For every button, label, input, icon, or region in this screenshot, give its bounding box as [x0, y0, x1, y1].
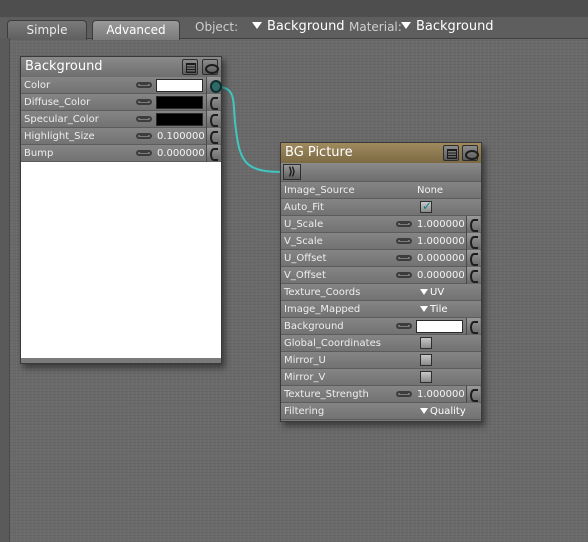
image-mapped-value: Tile: [430, 304, 448, 315]
image-source-label: Image_Source: [284, 185, 355, 196]
texture-coords-label: Texture_Coords: [284, 287, 361, 298]
mirror-u-row: Mirror_U: [281, 352, 481, 369]
filtering-row: Filtering Quality: [281, 403, 481, 420]
link-icon[interactable]: [396, 391, 412, 397]
u-offset-label: U_Offset: [284, 253, 327, 264]
link-icon[interactable]: [396, 323, 412, 329]
link-icon[interactable]: [136, 133, 152, 139]
diffuse-color-row: Diffuse_Color: [21, 94, 221, 111]
input-plug-icon[interactable]: ⟫: [283, 164, 301, 180]
global-coordinates-checkbox[interactable]: [420, 337, 432, 349]
plug-icon[interactable]: [206, 128, 220, 145]
plug-icon[interactable]: [466, 216, 480, 233]
u-scale-row: U_Scale 1.000000: [281, 216, 481, 233]
plug-icon[interactable]: [206, 145, 220, 162]
eye-icon[interactable]: [462, 145, 479, 161]
filtering-label: Filtering: [284, 406, 325, 417]
u-offset-row: U_Offset 0.000000: [281, 250, 481, 267]
v-offset-value[interactable]: 0.000000: [417, 267, 465, 284]
diffuse-color-swatch[interactable]: [156, 96, 203, 109]
plug-icon[interactable]: [466, 318, 480, 335]
list-icon[interactable]: [182, 59, 198, 75]
bump-row: Bump 0.000000: [21, 145, 221, 162]
v-offset-label: V_Offset: [284, 270, 326, 281]
bump-label: Bump: [24, 148, 54, 159]
chevron-down-icon: [420, 408, 428, 414]
filtering-value: Quality: [430, 406, 466, 417]
link-icon[interactable]: [136, 116, 152, 122]
texture-coords-dropdown[interactable]: UV: [420, 284, 444, 301]
specular-color-label: Specular_Color: [24, 114, 99, 125]
plug-icon[interactable]: [466, 250, 480, 267]
chevron-down-icon: [420, 289, 428, 295]
bump-value[interactable]: 0.000000: [157, 145, 205, 162]
link-icon[interactable]: [396, 238, 412, 244]
specular-color-swatch[interactable]: [156, 113, 203, 126]
link-icon[interactable]: [396, 272, 412, 278]
global-coordinates-label: Global_Coordinates: [284, 338, 381, 349]
global-coordinates-row: Global_Coordinates: [281, 335, 481, 352]
chevron-down-icon: [420, 306, 428, 312]
background-color-swatch[interactable]: [416, 320, 463, 333]
image-mapped-label: Image_Mapped: [284, 304, 361, 315]
highlight-size-value[interactable]: 0.100000: [157, 128, 205, 145]
u-offset-value[interactable]: 0.000000: [417, 250, 465, 267]
texture-coords-value: UV: [430, 287, 445, 298]
bg-picture-node[interactable]: BG Picture ⟫ Image_Source None Auto_Fit …: [280, 142, 482, 422]
link-icon[interactable]: [136, 82, 152, 88]
mirror-u-checkbox[interactable]: [420, 354, 432, 366]
highlight-size-row: Highlight_Size 0.100000: [21, 128, 221, 145]
filtering-dropdown[interactable]: Quality: [420, 403, 466, 420]
highlight-size-label: Highlight_Size: [24, 131, 95, 142]
v-scale-label: V_Scale: [284, 236, 323, 247]
link-icon[interactable]: [396, 255, 412, 261]
color-row: Color: [21, 77, 222, 94]
diffuse-color-label: Diffuse_Color: [24, 97, 91, 108]
link-icon[interactable]: [136, 99, 152, 105]
texture-strength-label: Texture_Strength: [284, 389, 369, 400]
plug-icon[interactable]: [466, 233, 480, 250]
background-node[interactable]: Background Color Diffuse_Color Specular_…: [20, 56, 222, 364]
image-source-row: Image_Source None: [281, 182, 481, 199]
mirror-u-label: Mirror_U: [284, 355, 326, 366]
auto-fit-checkbox[interactable]: [420, 198, 432, 215]
mirror-v-label: Mirror_V: [284, 372, 326, 383]
background-node-title[interactable]: Background: [21, 57, 221, 77]
auto-fit-label: Auto_Fit: [284, 202, 324, 213]
plug-icon[interactable]: [466, 267, 480, 284]
preview-area: [21, 162, 221, 358]
v-scale-value[interactable]: 1.000000: [417, 233, 465, 250]
list-icon[interactable]: [443, 145, 459, 161]
auto-fit-row: Auto_Fit: [281, 198, 481, 216]
plug-icon[interactable]: [206, 77, 222, 94]
texture-strength-value[interactable]: 1.000000: [417, 386, 465, 403]
node-icon-bar: ⟫: [281, 163, 481, 182]
texture-coords-row: Texture_Coords UV: [281, 284, 481, 301]
bg-picture-node-title[interactable]: BG Picture: [281, 143, 481, 163]
u-scale-value[interactable]: 1.000000: [417, 216, 465, 233]
link-icon[interactable]: [396, 221, 412, 227]
image-source-value[interactable]: None: [417, 182, 443, 199]
mirror-v-checkbox[interactable]: [420, 371, 432, 383]
plug-icon[interactable]: [206, 111, 220, 128]
eye-icon[interactable]: [202, 59, 219, 75]
v-offset-row: V_Offset 0.000000: [281, 267, 481, 284]
image-mapped-row: Image_Mapped Tile: [281, 301, 481, 318]
plug-icon[interactable]: [466, 386, 480, 403]
color-label: Color: [24, 80, 51, 91]
background-label: Background: [284, 321, 344, 332]
plug-icon[interactable]: [206, 94, 220, 111]
image-mapped-dropdown[interactable]: Tile: [420, 301, 448, 318]
mirror-v-row: Mirror_V: [281, 369, 481, 386]
color-swatch[interactable]: [156, 79, 203, 92]
link-icon[interactable]: [136, 150, 152, 156]
specular-color-row: Specular_Color: [21, 111, 221, 128]
bg-picture-node-title-text: BG Picture: [285, 145, 353, 160]
texture-strength-row: Texture_Strength 1.000000: [281, 386, 481, 403]
u-scale-label: U_Scale: [284, 219, 324, 230]
background-row: Background: [281, 318, 481, 335]
background-node-title-text: Background: [25, 59, 103, 74]
v-scale-row: V_Scale 1.000000: [281, 233, 481, 250]
